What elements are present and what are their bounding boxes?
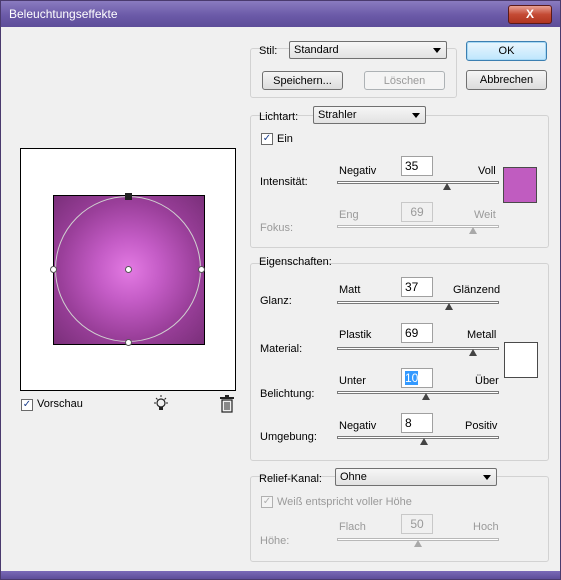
preview-image[interactable] — [50, 193, 205, 346]
intensity-input[interactable]: 35 — [401, 156, 433, 176]
preview-checkbox[interactable]: ✓ — [21, 399, 33, 411]
material-min-label: Plastik — [339, 329, 372, 341]
light-on-checkbox[interactable]: ✓ — [261, 133, 273, 145]
light-type-label: Lichtart: — [259, 111, 299, 123]
exposure-slider-track[interactable] — [337, 391, 499, 394]
relief-channel-select-value: Ohne — [340, 471, 367, 483]
material-max-label: Metall — [467, 329, 497, 341]
exposure-slider-thumb[interactable] — [422, 393, 431, 400]
light-on-label: Ein — [277, 133, 293, 145]
intensity-slider-track[interactable] — [337, 181, 499, 184]
dialog-client-area: Stil: Standard Speichern... Löschen OK A… — [7, 27, 555, 569]
light-type-select-value: Strahler — [318, 109, 357, 121]
light-top-handle[interactable] — [125, 193, 132, 200]
lighting-effects-dialog: Beleuchtungseffekte X Stil: Standard Spe… — [0, 0, 561, 580]
preview-area — [20, 148, 236, 391]
style-label: Stil: — [259, 45, 278, 57]
exposure-input[interactable]: 10 — [401, 368, 433, 388]
exposure-input-selection: 10 — [405, 371, 419, 385]
title-bar[interactable]: Beleuchtungseffekte X — [1, 1, 560, 27]
cancel-button[interactable]: Abbrechen — [466, 70, 547, 90]
intensity-label: Intensität: — [260, 176, 308, 188]
light-color-swatch[interactable] — [503, 167, 537, 203]
trash-icon[interactable] — [219, 395, 235, 413]
gloss-min-label: Matt — [339, 284, 361, 296]
relief-channel-select[interactable]: Ohne — [335, 468, 497, 486]
chevron-down-icon — [483, 475, 491, 480]
ambience-slider-track[interactable] — [337, 436, 499, 439]
intensity-slider-thumb[interactable] — [443, 183, 452, 190]
ambience-label: Umgebung: — [260, 431, 317, 443]
material-color-swatch[interactable] — [504, 342, 538, 378]
chevron-down-icon — [433, 48, 441, 53]
height-slider-thumb[interactable] — [414, 540, 422, 547]
ambience-input[interactable]: 8 — [401, 413, 433, 433]
material-input[interactable]: 69 — [401, 323, 433, 343]
focus-label: Fokus: — [260, 222, 294, 234]
height-max-label: Hoch — [473, 521, 499, 533]
gloss-input[interactable]: 37 — [401, 277, 433, 297]
light-left-handle[interactable] — [50, 266, 57, 273]
white-high-label: Weiß entspricht voller Höhe — [277, 496, 412, 508]
exposure-min-label: Unter — [339, 375, 366, 387]
height-input[interactable]: 50 — [401, 514, 433, 534]
save-style-button[interactable]: Speichern... — [262, 71, 343, 90]
delete-style-button[interactable]: Löschen — [364, 71, 445, 90]
light-right-handle[interactable] — [198, 266, 205, 273]
ok-button[interactable]: OK — [466, 41, 547, 61]
close-button[interactable]: X — [508, 5, 552, 24]
light-center-handle[interactable] — [125, 266, 132, 273]
lightbulb-icon[interactable] — [152, 395, 170, 413]
ambience-max-label: Positiv — [465, 420, 498, 432]
light-type-select[interactable]: Strahler — [313, 106, 426, 124]
preview-label: Vorschau — [37, 398, 83, 410]
style-select-value: Standard — [294, 44, 339, 56]
style-select[interactable]: Standard — [289, 41, 447, 59]
intensity-max-label: Voll — [478, 165, 496, 177]
light-bottom-handle[interactable] — [125, 339, 132, 346]
relief-channel-label: Relief-Kanal: — [259, 473, 322, 485]
window-title: Beleuchtungseffekte — [9, 7, 118, 21]
intensity-min-label: Negativ — [339, 165, 377, 177]
ambience-slider-thumb[interactable] — [420, 438, 429, 445]
relief-group — [250, 476, 549, 562]
window-bottom-border — [1, 571, 560, 579]
properties-legend: Eigenschaften: — [259, 256, 332, 268]
focus-min-label: Eng — [339, 209, 359, 221]
focus-input[interactable]: 69 — [401, 202, 433, 222]
exposure-label: Belichtung: — [260, 388, 315, 400]
material-slider-thumb[interactable] — [469, 349, 478, 356]
material-label: Material: — [260, 343, 303, 355]
focus-slider-thumb[interactable] — [469, 227, 478, 234]
height-label: Höhe: — [260, 535, 290, 547]
height-min-label: Flach — [339, 521, 366, 533]
ambience-min-label: Negativ — [339, 420, 377, 432]
focus-max-label: Weit — [474, 209, 496, 221]
white-high-checkbox[interactable]: ✓ — [261, 496, 273, 508]
gloss-label: Glanz: — [260, 295, 292, 307]
chevron-down-icon — [412, 113, 420, 118]
exposure-max-label: Über — [475, 375, 499, 387]
gloss-max-label: Glänzend — [453, 284, 501, 296]
gloss-slider-track[interactable] — [337, 301, 499, 304]
gloss-slider-thumb[interactable] — [444, 303, 453, 310]
